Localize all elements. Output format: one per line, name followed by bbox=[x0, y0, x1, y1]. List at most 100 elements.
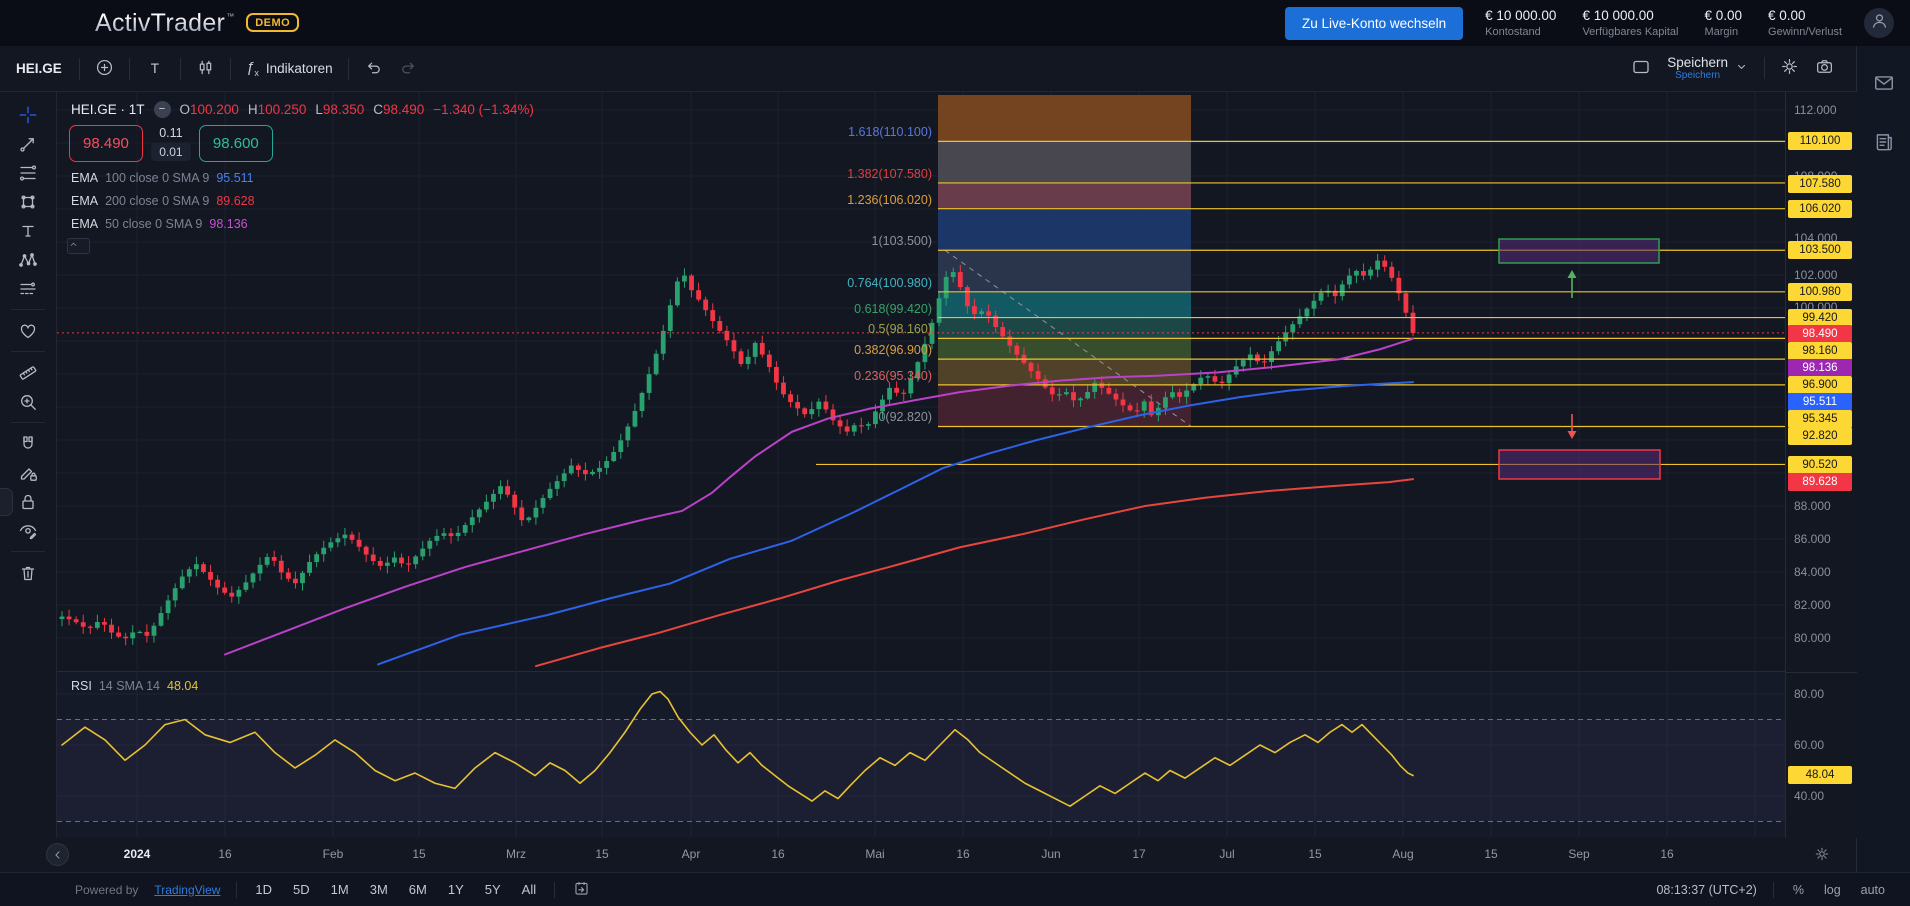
rsi-axis-label: 40.00 bbox=[1794, 789, 1824, 803]
indicators-button[interactable]: ƒx Indikatoren bbox=[238, 53, 341, 84]
chart-legend: HEI.GE · 1T − O100.200H100.250L98.350C98… bbox=[71, 101, 534, 118]
divider bbox=[11, 422, 45, 423]
time-tick: 15 bbox=[1484, 847, 1497, 861]
range-6m[interactable]: 6M bbox=[407, 879, 429, 900]
legend-collapse-button[interactable] bbox=[67, 238, 90, 254]
divider bbox=[180, 58, 181, 80]
redo-button[interactable] bbox=[391, 52, 426, 86]
axis-label: 86.000 bbox=[1794, 532, 1831, 546]
save-button[interactable]: Speichern Speichern bbox=[1659, 50, 1757, 88]
divider bbox=[11, 351, 45, 352]
time-tick: 16 bbox=[218, 847, 231, 861]
time-axis[interactable]: 202416Feb15Mrz15Apr16Mai16Jun17Jul15Aug1… bbox=[0, 838, 1856, 872]
divider bbox=[236, 882, 237, 898]
favorites-heart-tool[interactable] bbox=[10, 316, 46, 345]
indicator-row[interactable]: EMA50 close 0 SMA 998.136 bbox=[71, 216, 255, 232]
time-tick: 2024 bbox=[124, 847, 151, 861]
buy-button[interactable]: 98.600 bbox=[199, 125, 273, 162]
snapshot-button[interactable] bbox=[1807, 51, 1842, 85]
legend-symbol-interval[interactable]: HEI.GE · 1T bbox=[71, 102, 145, 117]
compare-add-symbol-button[interactable] bbox=[87, 52, 122, 86]
rsi-name[interactable]: RSI bbox=[71, 679, 92, 693]
scale-auto[interactable]: auto bbox=[1858, 881, 1888, 899]
ohlc-item: O100.200 bbox=[180, 102, 239, 117]
rsi-pane[interactable]: RSI 14 SMA 14 48.04 bbox=[57, 672, 1785, 837]
fib-level-label: 0.618(99.420) bbox=[854, 302, 932, 316]
switch-to-live-button[interactable]: Zu Live-Konto wechseln bbox=[1285, 7, 1463, 40]
time-axis-settings-button[interactable] bbox=[1814, 846, 1830, 865]
time-tick: 15 bbox=[595, 847, 608, 861]
hide-drawings-tool[interactable] bbox=[10, 516, 46, 545]
tradingview-link[interactable]: TradingView bbox=[154, 883, 220, 897]
chart-type-button[interactable] bbox=[188, 52, 223, 86]
rsi-chart[interactable] bbox=[57, 672, 1785, 837]
axis-label: 102.000 bbox=[1794, 268, 1837, 282]
avatar[interactable] bbox=[1864, 8, 1894, 38]
demo-badge: DEMO bbox=[246, 13, 299, 32]
range-1m[interactable]: 1M bbox=[329, 879, 351, 900]
chart-workspace: HEI.GE T ƒx Indikatoren bbox=[0, 46, 1857, 872]
scale-percent[interactable]: % bbox=[1790, 881, 1807, 899]
stat-value: € 0.00 bbox=[1768, 8, 1842, 23]
stop-zone-box bbox=[1499, 450, 1660, 479]
layout-select-button[interactable] bbox=[1623, 51, 1659, 86]
axis-label: 84.000 bbox=[1794, 565, 1831, 579]
spread-value: 0.11 bbox=[159, 126, 182, 140]
chart-toolbar: HEI.GE T ƒx Indikatoren bbox=[0, 46, 1856, 92]
range-5d[interactable]: 5D bbox=[291, 879, 312, 900]
news-button[interactable] bbox=[1869, 127, 1899, 160]
price-axis[interactable]: 112.000108.000104.000102.000100.00088.00… bbox=[1785, 92, 1857, 838]
rsi-legend: RSI 14 SMA 14 48.04 bbox=[71, 679, 198, 693]
spread-panel: 0.11 0.01 bbox=[143, 125, 199, 162]
scroll-left-button[interactable] bbox=[46, 843, 69, 866]
bottom-bar-left: Powered by TradingView 1D5D1M3M6M1Y5YAll bbox=[75, 878, 592, 902]
text-tool[interactable] bbox=[10, 216, 46, 245]
zoom-in-tool[interactable] bbox=[10, 387, 46, 416]
chart-settings-button[interactable] bbox=[1772, 51, 1807, 85]
range-all[interactable]: All bbox=[520, 879, 538, 900]
goto-date-button[interactable] bbox=[571, 878, 592, 902]
ohlc-values: O100.200H100.250L98.350C98.490 bbox=[180, 102, 425, 117]
save-label-wrap: Speichern Speichern bbox=[1667, 56, 1728, 82]
sidebar-expand-handle[interactable] bbox=[0, 488, 13, 516]
rsi-axis-label: 60.00 bbox=[1794, 738, 1824, 752]
magnet-tool[interactable] bbox=[10, 429, 46, 458]
scale-log[interactable]: log bbox=[1821, 881, 1844, 899]
axis-label: 88.000 bbox=[1794, 499, 1831, 513]
xabcd-pattern-tool[interactable] bbox=[10, 245, 46, 274]
price-badge: 100.980 bbox=[1788, 283, 1852, 301]
interval-button[interactable]: T bbox=[137, 55, 173, 82]
remove-drawings-tool[interactable] bbox=[10, 558, 46, 587]
toolbar-right: Speichern Speichern bbox=[1623, 50, 1842, 88]
indicator-row[interactable]: EMA200 close 0 SMA 989.628 bbox=[71, 193, 255, 209]
account-stat: € 10 000.00Kontostand bbox=[1485, 8, 1556, 38]
crosshair-tool[interactable] bbox=[10, 100, 46, 129]
fib-retracement-tool[interactable] bbox=[10, 158, 46, 187]
ruler-tool[interactable] bbox=[10, 358, 46, 387]
mail-button[interactable] bbox=[1869, 68, 1899, 101]
legend-visibility-toggle[interactable]: − bbox=[154, 101, 171, 118]
drawing-mode-tool[interactable] bbox=[10, 458, 46, 487]
undo-icon bbox=[364, 58, 383, 80]
save-tooltip: Speichern bbox=[1675, 71, 1720, 82]
ema-50-line bbox=[225, 339, 1413, 655]
indicator-row[interactable]: EMA100 close 0 SMA 995.511 bbox=[71, 170, 255, 186]
symbol-button[interactable]: HEI.GE bbox=[14, 61, 72, 76]
gear-icon bbox=[1780, 57, 1799, 79]
range-3m[interactable]: 3M bbox=[368, 879, 390, 900]
shapes-tool[interactable] bbox=[10, 187, 46, 216]
undo-button[interactable] bbox=[356, 52, 391, 86]
lock-drawings-tool[interactable] bbox=[10, 487, 46, 516]
forecast-position-tool[interactable] bbox=[10, 274, 46, 303]
time-tick: Sep bbox=[1568, 847, 1589, 861]
axis-label: 82.000 bbox=[1794, 598, 1831, 612]
clock[interactable]: 08:13:37 (UTC+2) bbox=[1656, 883, 1756, 897]
trendline-tool[interactable] bbox=[10, 129, 46, 158]
main-chart-pane[interactable]: HEI.GE · 1T − O100.200H100.250L98.350C98… bbox=[57, 92, 1785, 672]
fib-level-label: 0.382(96.900) bbox=[854, 343, 932, 357]
fib-level-label: 0.764(100.980) bbox=[847, 276, 932, 290]
range-5y[interactable]: 5Y bbox=[483, 879, 503, 900]
sell-button[interactable]: 98.490 bbox=[69, 125, 143, 162]
range-1y[interactable]: 1Y bbox=[446, 879, 466, 900]
range-1d[interactable]: 1D bbox=[253, 879, 274, 900]
